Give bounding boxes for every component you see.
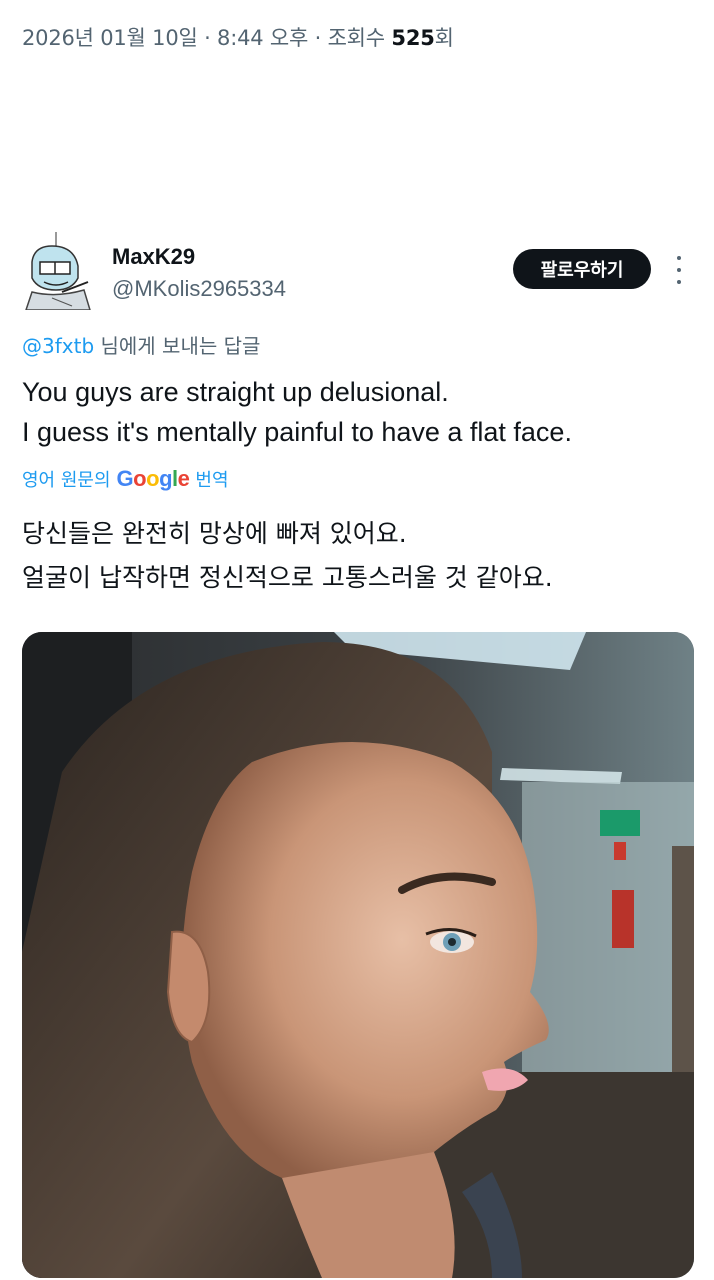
views-label: 조회수 (327, 26, 392, 50)
translation-attribution[interactable]: 영어 원문의 Google 번역 (22, 466, 229, 492)
author-handle[interactable]: @MKolis2965334 (112, 276, 286, 302)
avatar[interactable] (22, 232, 92, 311)
translation-prefix: 영어 원문의 (22, 470, 111, 491)
meta-separator: · (197, 26, 218, 50)
follow-button[interactable]: 팔로우하기 (513, 249, 651, 289)
tweet-media-photo[interactable] (22, 632, 694, 1278)
reply-context-text: 님에게 보내는 답글 (94, 334, 261, 358)
tweet-meta: 2026년 01월 10일 · 8:44 오후 · 조회수 525회 (22, 22, 454, 52)
tweet-line: I guess it's mentally painful to have a … (22, 417, 572, 447)
more-vertical-icon[interactable] (671, 256, 687, 284)
translated-line: 얼굴이 납작하면 정신적으로 고통스러울 것 같아요. (22, 563, 553, 592)
reply-mention-link[interactable]: @3fxtb (22, 334, 94, 358)
profile-portrait-image (22, 632, 694, 1278)
translated-body: 당신들은 완전히 망상에 빠져 있어요. 얼굴이 납작하면 정신적으로 고통스러… (22, 512, 553, 600)
author-name[interactable]: MaxK29 (112, 244, 195, 270)
tweet-body: You guys are straight up delusional. I g… (22, 372, 572, 452)
views-count: 525 (391, 26, 435, 50)
tweet-time: 8:44 오후 (217, 26, 309, 50)
tweet-line: You guys are straight up delusional. (22, 377, 449, 407)
meta-separator: · (308, 26, 328, 50)
translation-suffix: 번역 (195, 470, 229, 491)
translated-line: 당신들은 완전히 망상에 빠져 있어요. (22, 519, 407, 548)
avatar-sketch-icon (22, 232, 92, 311)
views-suffix: 회 (434, 26, 454, 50)
tweet-date: 2026년 01월 10일 (22, 26, 198, 50)
google-logo: Google (116, 466, 190, 491)
reply-context: @3fxtb 님에게 보내는 답글 (22, 330, 260, 359)
